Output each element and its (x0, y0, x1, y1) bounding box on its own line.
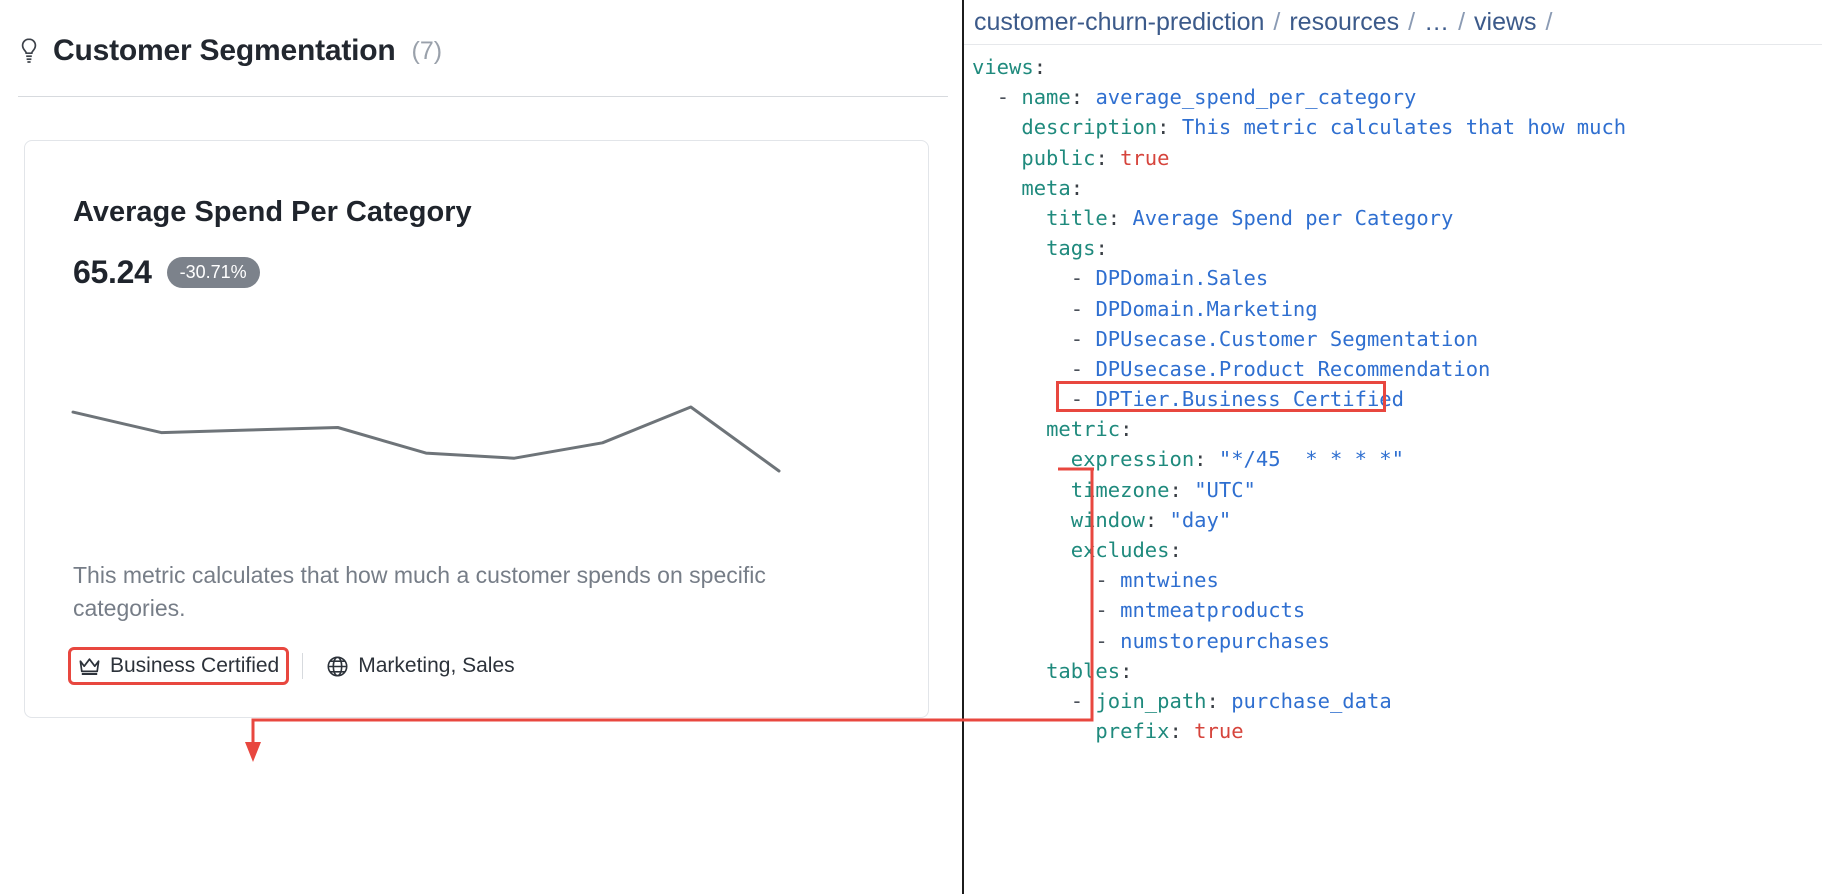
yaml-line: - DPDomain.Sales (1070, 266, 1269, 291)
breadcrumb-separator: / (1273, 7, 1281, 36)
yaml-line: title: Average Spend per Category (1046, 205, 1454, 230)
metrics-panel: Customer Segmentation (7) Average Spend … (0, 0, 960, 894)
yaml-line: timezone: "UTC" (1070, 477, 1256, 502)
yaml-line: metric: (1046, 417, 1133, 442)
yaml-line: - DPUsecase.Customer Segmentation (1070, 326, 1479, 351)
metric-card-title: Average Spend Per Category (73, 196, 472, 228)
badge-domains[interactable]: Marketing, Sales (321, 652, 519, 680)
yaml-line: description: This metric calculates that… (1021, 115, 1627, 140)
breadcrumb-divider (964, 44, 1822, 45)
yaml-line: - DPUsecase.Product Recommendation (1070, 356, 1491, 381)
yaml-line: - name: average_spend_per_category (996, 85, 1417, 110)
badge-domains-label: Marketing, Sales (358, 654, 515, 677)
yaml-line: views: (972, 55, 1047, 79)
yaml-line: excludes: (1070, 538, 1182, 562)
header-divider (18, 96, 948, 97)
yaml-line: tables: (1046, 658, 1133, 683)
metric-description: This metric calculates that how much a c… (73, 562, 766, 622)
yaml-code-block[interactable]: views: - name: average_spend_per_categor… (972, 52, 1822, 746)
yaml-line: - mntmeatproducts (1095, 598, 1306, 623)
yaml-line: - DPDomain.Marketing (1070, 296, 1318, 321)
globe-icon (326, 655, 349, 678)
crown-icon (78, 656, 101, 676)
metric-value-row: 65.24 -30.71% (73, 254, 260, 291)
section-header: Customer Segmentation (7) (18, 34, 442, 68)
breadcrumb-item[interactable]: customer-churn-prediction (974, 8, 1264, 37)
yaml-line: prefix: true (1095, 719, 1244, 744)
app-root: Customer Segmentation (7) Average Spend … (0, 0, 1822, 894)
breadcrumb-item[interactable]: … (1424, 8, 1449, 37)
badge-divider (302, 653, 304, 679)
breadcrumb[interactable]: customer-churn-prediction / resources / … / vi… (968, 0, 1562, 44)
metric-delta-badge: -30.71% (166, 257, 260, 288)
breadcrumb-separator: / (1458, 7, 1466, 36)
metric-sparkline (71, 399, 781, 479)
breadcrumb-item[interactable]: resources (1289, 8, 1399, 37)
yaml-line: meta: (1021, 175, 1084, 200)
yaml-line-highlighted: - DPTier.Business Certified (1070, 387, 1404, 412)
section-count: (7) (411, 36, 443, 65)
badge-business-certified[interactable]: Business Certified (67, 647, 290, 685)
yaml-line: expression: "*/45 * * * *" (1070, 447, 1404, 472)
lightbulb-icon (18, 36, 40, 66)
yaml-panel: customer-churn-prediction / resources / … / vi… (962, 0, 1822, 894)
breadcrumb-item[interactable]: views (1474, 8, 1537, 37)
metric-value: 65.24 (73, 254, 152, 290)
yaml-line: window: "day" (1070, 507, 1232, 532)
yaml-line: tags: (1046, 236, 1108, 261)
yaml-line: - join_path: purchase_data (1070, 688, 1392, 713)
yaml-line: - numstorepurchases (1095, 628, 1330, 653)
breadcrumb-separator: / (1545, 7, 1553, 36)
badge-business-certified-label: Business Certified (110, 654, 280, 677)
yaml-line: - mntwines (1095, 568, 1219, 593)
sparkline-svg (71, 405, 781, 473)
breadcrumb-separator: / (1408, 7, 1416, 36)
page-title: Customer Segmentation (53, 34, 396, 67)
yaml-line: public: true (1021, 145, 1170, 170)
metric-badges: Business Certified Marketing, Sales (67, 647, 520, 685)
metric-card[interactable]: Average Spend Per Category 65.24 -30.71%… (24, 140, 929, 718)
